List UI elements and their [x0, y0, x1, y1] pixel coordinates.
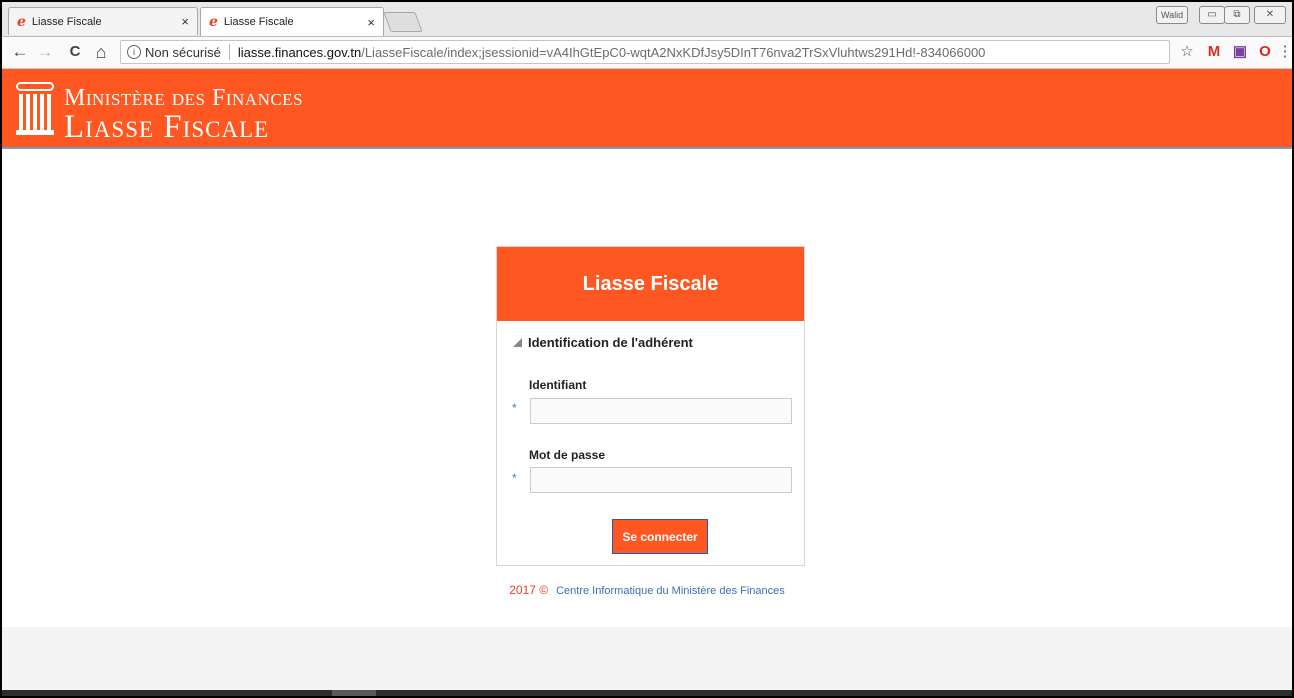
back-arrow-icon[interactable]: ← [10, 42, 30, 62]
ministry-title: Ministère des Finances [64, 85, 304, 111]
extension-purple-icon[interactable]: ▣ [1231, 43, 1249, 61]
tab-title: Liasse Fiscale [31, 15, 102, 28]
taskbar [2, 690, 1292, 696]
password-input[interactable] [530, 467, 792, 493]
browser-window: e Liasse Fiscale × e Liasse Fiscale × Wa… [0, 0, 1294, 698]
e-favicon-icon: e [209, 14, 218, 30]
tab-title: Liasse Fiscale [223, 16, 294, 28]
e-favicon-icon: e [17, 13, 26, 30]
footer-link[interactable]: Centre Informatique du Ministère des Fin… [556, 585, 785, 597]
new-tab-button[interactable] [383, 12, 423, 32]
info-icon[interactable]: i [127, 45, 141, 59]
required-mark: * [512, 471, 517, 485]
bookmark-star-icon[interactable]: ☆ [1178, 43, 1196, 61]
footer-band [2, 627, 1292, 690]
tab-liasse-fiscale-2[interactable]: e Liasse Fiscale × [200, 7, 384, 36]
tab-close-icon[interactable]: × [181, 14, 189, 29]
address-bar[interactable]: i Non sécurisé liasse.finances.gov.tn/Li… [120, 40, 1170, 64]
minimize-button[interactable]: ▭ [1199, 6, 1225, 24]
gmail-icon[interactable]: M [1205, 43, 1223, 61]
column-logo-icon [16, 82, 54, 135]
password-label: Mot de passe [529, 448, 606, 462]
login-card-title: Liasse Fiscale [497, 247, 804, 321]
site-header: Ministère des Finances Liasse Fiscale [2, 69, 1292, 149]
security-label[interactable]: Non sécurisé [145, 45, 221, 60]
forward-arrow-icon[interactable]: → [35, 42, 55, 62]
browser-toolbar: ← → C ⌂ i Non sécurisé liasse.finances.g… [2, 37, 1292, 69]
tab-liasse-fiscale-1[interactable]: e Liasse Fiscale × [8, 7, 198, 35]
reload-icon[interactable]: C [65, 42, 85, 62]
section-title: Identification de l'adhérent [528, 335, 693, 350]
restore-button[interactable]: ⧉ [1224, 6, 1250, 24]
login-card: Liasse Fiscale Identification de l'adhér… [496, 246, 805, 566]
tab-close-icon[interactable]: × [367, 15, 375, 30]
copyright: 2017 © Centre Informatique du Ministère d… [2, 583, 1292, 597]
collapse-triangle-icon[interactable] [513, 338, 522, 347]
opera-icon[interactable]: O [1256, 43, 1274, 61]
url-path: /LiasseFiscale/index;jsessionid=vA4IhGtE… [361, 44, 986, 60]
required-mark: * [512, 401, 517, 415]
login-submit-button[interactable]: Se connecter [612, 519, 708, 554]
section-header[interactable]: Identification de l'adhérent [513, 335, 693, 350]
close-window-button[interactable]: ✕ [1254, 6, 1286, 24]
page-content: Liasse Fiscale Identification de l'adhér… [2, 149, 1292, 627]
user-profile-badge[interactable]: Walid [1156, 6, 1189, 24]
taskbar-highlight [332, 690, 376, 696]
copyright-year: 2017 © [509, 583, 549, 597]
tab-strip: e Liasse Fiscale × e Liasse Fiscale × Wa… [2, 2, 1292, 37]
address-separator [228, 44, 230, 60]
home-icon[interactable]: ⌂ [91, 42, 111, 62]
identifiant-input[interactable] [530, 398, 792, 424]
site-title: Liasse Fiscale [64, 109, 270, 145]
identifiant-label: Identifiant [529, 378, 587, 392]
url-host: liasse.finances.gov.tn [237, 44, 362, 60]
browser-menu-icon[interactable]: ⋮ [1276, 43, 1293, 61]
